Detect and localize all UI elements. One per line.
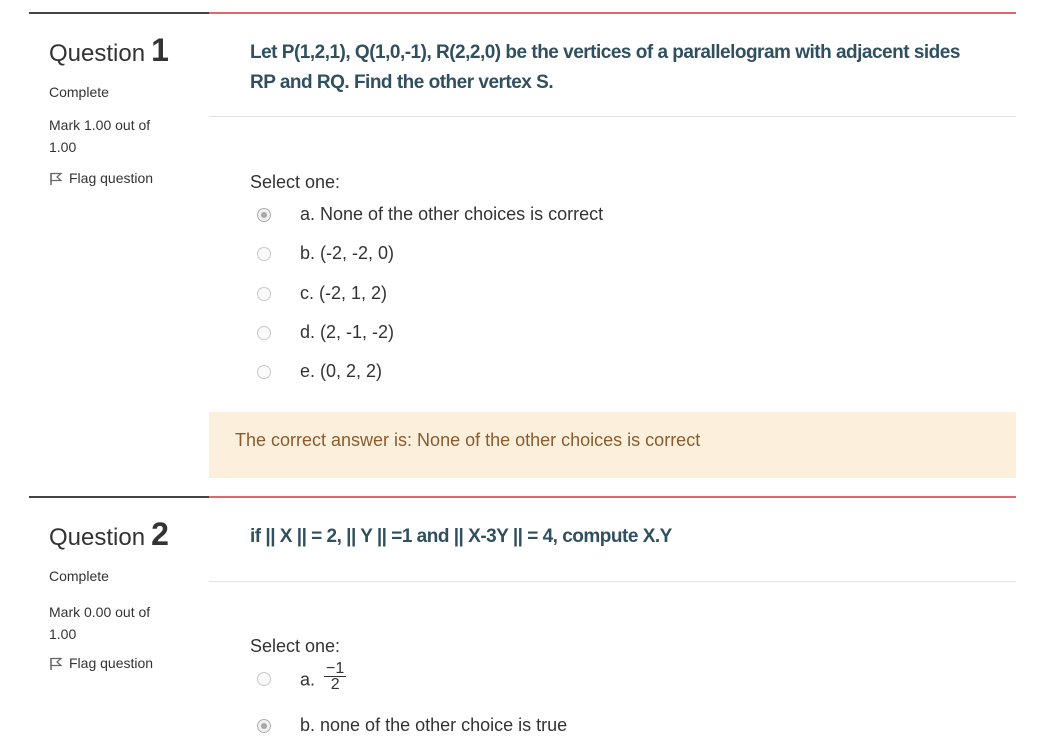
- question-label: Question: [49, 524, 146, 551]
- flag-icon: [50, 658, 63, 671]
- answer-label: e. (0, 2, 2): [300, 361, 383, 381]
- question-divider: [209, 581, 1016, 582]
- question-label: Question: [49, 40, 146, 67]
- fraction-denominator: 2: [330, 676, 340, 693]
- answer-prefix: a.: [300, 669, 316, 690]
- fraction: −1 2: [324, 660, 347, 693]
- flag-question-link[interactable]: Flag question: [49, 655, 153, 671]
- answer-label: a. None of the other choices is correct: [300, 204, 604, 224]
- question-number-value: 2: [151, 516, 169, 552]
- radio-button[interactable]: [257, 247, 271, 261]
- question-state: Complete: [49, 568, 109, 584]
- question-text: if || X || = 2, || Y || =1 and || X-3Y |…: [250, 526, 672, 547]
- question-grade: Mark 0.00 out of 1.00: [49, 604, 151, 642]
- question-info: Question 1 Complete Mark 1.00 out of 1.00…: [29, 12, 209, 186]
- flag-question-label: Flag question: [69, 170, 154, 186]
- question-divider: [209, 116, 1016, 117]
- flag-question-link[interactable]: Flag question: [49, 170, 153, 186]
- answer-label: c. (-2, 1, 2): [300, 283, 388, 303]
- answer-label: b. none of the other choice is true: [300, 715, 568, 735]
- radio-button[interactable]: [257, 672, 271, 686]
- question-content: if || X || = 2, || Y || =1 and || X-3Y |…: [209, 496, 1016, 738]
- answer-label: b. (-2, -2, 0): [300, 243, 395, 263]
- question-info: Question 2 Complete Mark 0.00 out of 1.00…: [29, 496, 209, 671]
- correct-answer-feedback: The correct answer is: None of the other…: [209, 412, 1016, 478]
- question-text: Let P(1,2,1), Q(1,0,-1), R(2,2,0) be the…: [250, 42, 960, 93]
- question-state: Complete: [49, 84, 109, 100]
- radio-button[interactable]: [257, 365, 271, 379]
- flag-question-label: Flag question: [69, 655, 154, 671]
- select-one-prompt: Select one:: [250, 636, 341, 656]
- question-grade: Mark 1.00 out of 1.00: [49, 117, 151, 155]
- fraction-numerator: −1: [324, 660, 347, 677]
- question-number: Question 2: [49, 516, 169, 553]
- radio-button[interactable]: [257, 287, 271, 301]
- radio-button[interactable]: [257, 719, 271, 733]
- radio-button[interactable]: [257, 208, 271, 222]
- answer-label: a. −1 2: [300, 661, 347, 693]
- select-one-prompt: Select one:: [250, 172, 341, 192]
- answer-label: d. (2, -1, -2): [300, 322, 395, 342]
- question-number-value: 1: [151, 32, 169, 68]
- question-number: Question 1: [49, 32, 169, 69]
- flag-icon: [50, 173, 63, 186]
- radio-button[interactable]: [257, 326, 271, 340]
- question-content: Let P(1,2,1), Q(1,0,-1), R(2,2,0) be the…: [209, 12, 1016, 480]
